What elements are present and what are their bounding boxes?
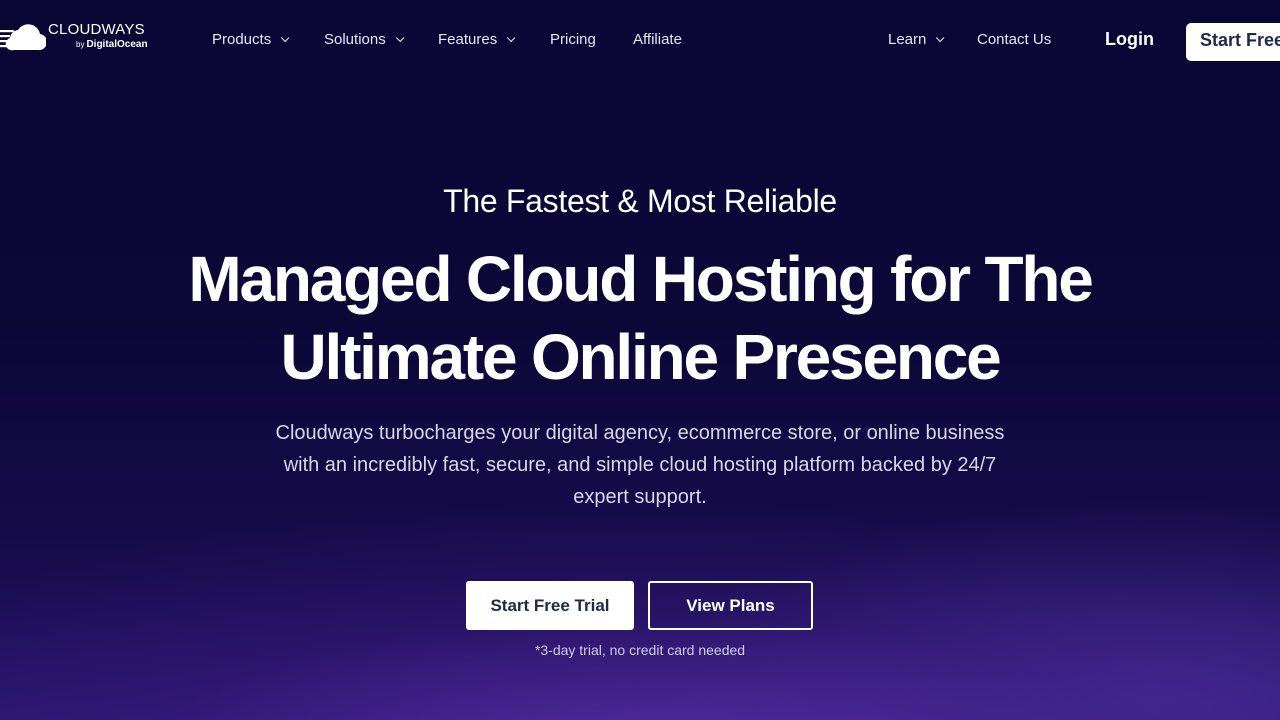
brand-by-prefix: by: [76, 40, 85, 49]
start-free-nav-button[interactable]: Start Free: [1186, 23, 1280, 61]
brand-byline: by DigitalOcean: [76, 39, 148, 50]
nav-affiliate[interactable]: Affiliate: [633, 31, 682, 48]
hero-headline: Managed Cloud Hosting for The Ultimate O…: [0, 240, 1280, 396]
chevron-down-icon: [507, 33, 516, 42]
nav-features[interactable]: Features: [438, 31, 516, 48]
nav-contact-us[interactable]: Contact Us: [977, 31, 1051, 48]
nav-pricing-label: Pricing: [550, 31, 596, 48]
brand-name: CLOUDWAYS: [48, 21, 145, 38]
nav-products[interactable]: Products: [212, 31, 290, 48]
trial-note: *3-day trial, no credit card needed: [534, 642, 746, 658]
cloud-logo-icon: [0, 24, 46, 51]
view-plans-button[interactable]: View Plans: [648, 581, 813, 630]
headline-line-2: Ultimate Online Presence: [280, 321, 1001, 393]
brand-by-name: DigitalOcean: [86, 39, 148, 50]
nav-features-label: Features: [438, 31, 498, 48]
nav-learn[interactable]: Learn: [888, 31, 945, 48]
headline-line-1: Managed Cloud Hosting for The: [188, 243, 1093, 315]
chevron-down-icon: [936, 33, 945, 42]
nav-pricing[interactable]: Pricing: [550, 31, 596, 48]
hero-eyebrow: The Fastest & Most Reliable: [443, 183, 837, 219]
chevron-down-icon: [395, 33, 405, 42]
cloudways-logo[interactable]: CLOUDWAYS by DigitalOcean: [0, 18, 160, 58]
nav-products-label: Products: [212, 31, 272, 48]
hero-description: Cloudways turbocharges your digital agen…: [275, 422, 1005, 508]
nav-solutions-label: Solutions: [324, 31, 386, 48]
chevron-down-icon: [281, 33, 290, 42]
nav-learn-label: Learn: [888, 31, 927, 48]
nav-affiliate-label: Affiliate: [633, 31, 682, 48]
top-navigation: CLOUDWAYS by DigitalOcean Products Soluti…: [0, 0, 1280, 80]
nav-contact-label: Contact Us: [977, 31, 1052, 48]
login-link[interactable]: Login: [1105, 29, 1154, 50]
start-free-trial-button[interactable]: Start Free Trial: [466, 581, 634, 630]
nav-solutions[interactable]: Solutions: [324, 31, 405, 48]
